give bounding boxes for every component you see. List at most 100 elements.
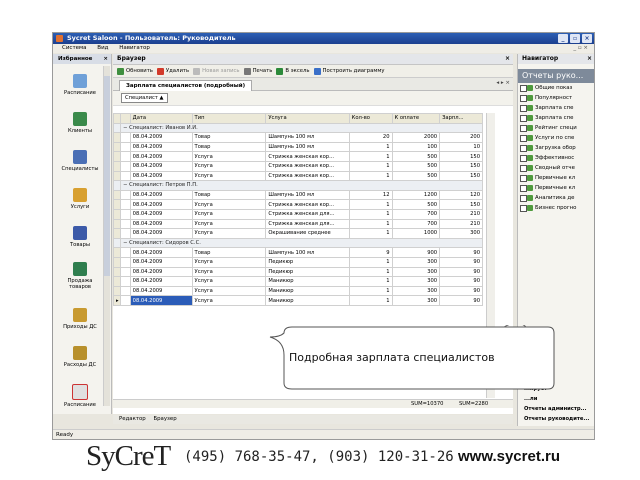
table-cell[interactable]: Педикюр	[265, 266, 350, 278]
maximize-button[interactable]: ▫	[570, 34, 580, 43]
table-cell[interactable]: 10	[439, 141, 483, 153]
navigator-report-item[interactable]: Первичные кл	[518, 183, 594, 193]
navigator-report-item[interactable]: Загрузка обор	[518, 143, 594, 153]
table-cell[interactable]: Товар	[191, 141, 267, 153]
table-cell[interactable]: Педикюр	[265, 256, 350, 268]
minimize-button[interactable]: _	[558, 34, 568, 43]
table-cell[interactable]: Стрижка женская кор...	[265, 170, 350, 182]
navigator-close-icon[interactable]: ×	[587, 54, 592, 64]
table-cell[interactable]: 1	[348, 256, 393, 268]
table-cell[interactable]: Маникюр	[265, 295, 350, 306]
shortcut-sales[interactable]: Продажа товаров	[57, 262, 103, 290]
table-cell[interactable]: Услуга	[191, 228, 267, 239]
menu-navigator[interactable]: Навигатор	[119, 45, 150, 51]
table-cell[interactable]: Услуга	[191, 199, 267, 210]
table-cell[interactable]: 90	[439, 295, 483, 306]
checkbox[interactable]	[520, 85, 527, 92]
navigator-lower-item[interactable]: ...ли	[518, 394, 594, 404]
table-cell[interactable]: 210	[439, 218, 483, 230]
table-row[interactable]: 08.04.2009 Услуга Педикюр 1 300 90	[112, 256, 483, 268]
table-cell[interactable]: 1	[348, 295, 393, 306]
table-cell[interactable]: 300	[439, 228, 483, 239]
table-cell[interactable]: 700	[391, 218, 441, 230]
table-cell[interactable]: 1	[348, 160, 393, 172]
table-cell[interactable]: 150	[439, 160, 483, 172]
table-cell[interactable]: 20	[348, 132, 393, 143]
checkbox[interactable]	[520, 205, 527, 212]
table-cell[interactable]: 1	[348, 208, 393, 220]
table-cell[interactable]: 90	[439, 276, 483, 287]
table-cell[interactable]: 2000	[391, 132, 441, 143]
table-cell[interactable]: 150	[439, 151, 483, 162]
table-row[interactable]: 08.04.2009 Товар Шампунь 100 мл 12 1200 120	[112, 189, 483, 201]
table-cell[interactable]: Маникюр	[265, 285, 350, 297]
column-header-salary[interactable]: Зарпл...	[439, 113, 483, 124]
table-row[interactable]: 08.04.2009 Услуга Маникюр 1 300 90	[112, 276, 483, 287]
checkbox[interactable]	[520, 165, 527, 172]
table-cell[interactable]: Стрижка женская кор...	[265, 199, 350, 210]
tab-browser[interactable]: Браузер	[153, 416, 176, 422]
group-row[interactable]: − Специалист: Петров П.П.	[112, 180, 483, 191]
table-cell[interactable]: 08.04.2009	[129, 151, 193, 162]
table-cell[interactable]: Стрижка женская для...	[265, 218, 350, 230]
shortcut-specialists[interactable]: Специалисты	[57, 150, 103, 172]
table-cell[interactable]: Стрижка женская кор...	[265, 151, 350, 162]
browser-close-icon[interactable]: ×	[505, 54, 510, 64]
navigator-report-item[interactable]: Популярност	[518, 93, 594, 103]
table-cell[interactable]: Услуга	[191, 295, 267, 306]
table-cell[interactable]: Услуга	[191, 218, 267, 230]
navigator-admin-reports[interactable]: Отчеты администр...	[518, 404, 594, 414]
table-row[interactable]: 08.04.2009 Товар Шампунь 100 мл 9 900 90	[112, 247, 483, 258]
table-cell[interactable]: 100	[391, 141, 441, 153]
table-cell[interactable]: 210	[439, 208, 483, 220]
table-cell[interactable]: 500	[391, 170, 441, 182]
mdi-controls[interactable]: _ ▫ ×	[573, 44, 588, 53]
navigator-report-item[interactable]: Зарплата спе	[518, 103, 594, 113]
table-cell[interactable]: 08.04.2009	[129, 218, 193, 230]
table-cell[interactable]: Шампунь 100 мл	[265, 132, 350, 143]
table-cell[interactable]: Стрижка женская для...	[265, 208, 350, 220]
table-cell[interactable]: 08.04.2009	[129, 247, 193, 258]
table-cell[interactable]: 08.04.2009	[129, 189, 193, 201]
navigator-report-item[interactable]: Бизнес прогно	[518, 203, 594, 213]
column-header-type[interactable]: Тип	[191, 113, 267, 124]
table-cell[interactable]: Шампунь 100 мл	[265, 141, 350, 153]
table-cell[interactable]: 300	[391, 256, 441, 268]
table-cell[interactable]: 08.04.2009	[129, 228, 193, 239]
table-row[interactable]: 08.04.2009 Услуга Стрижка женская кор... 1 5…	[112, 170, 483, 182]
table-row[interactable]: 08.04.2009 Товар Шампунь 100 мл 20 2000 200	[112, 132, 483, 143]
checkbox[interactable]	[520, 95, 527, 102]
table-cell[interactable]: 1200	[391, 189, 441, 201]
favorites-scrollbar[interactable]	[103, 66, 110, 406]
navigator-report-item[interactable]: Услуги по спе	[518, 133, 594, 143]
table-cell[interactable]: 08.04.2009	[129, 285, 193, 297]
table-row[interactable]: 08.04.2009 Услуга Стрижка женская кор... 1 5…	[112, 151, 483, 162]
table-cell[interactable]: 90	[439, 256, 483, 268]
table-cell[interactable]: 08.04.2009	[129, 208, 193, 220]
tab-editor[interactable]: Редактор	[119, 416, 146, 422]
group-chip-specialist[interactable]: Специалист ▲	[121, 93, 168, 103]
delete-button[interactable]: Удалить	[156, 67, 189, 75]
table-cell[interactable]: 08.04.2009	[129, 256, 193, 268]
table-cell[interactable]: 1	[348, 170, 393, 182]
table-cell[interactable]: Товар	[191, 247, 267, 258]
table-cell[interactable]: 08.04.2009	[129, 141, 193, 153]
shortcut-schedule[interactable]: Расписание	[57, 74, 103, 96]
table-cell[interactable]: Стрижка женская кор...	[265, 160, 350, 172]
chart-button[interactable]: Построить диаграмму	[313, 67, 385, 75]
table-row[interactable]: 08.04.2009 Услуга Окрашивание среднее 1 1000…	[112, 228, 483, 239]
table-row[interactable]: ▸ 08.04.2009 Услуга Маникюр 1 300 90	[112, 295, 483, 306]
table-cell[interactable]: 120	[439, 189, 483, 201]
table-cell[interactable]: 08.04.2009	[129, 266, 193, 278]
table-cell[interactable]: 1	[348, 228, 393, 239]
table-cell[interactable]: Шампунь 100 мл	[265, 189, 350, 201]
table-cell[interactable]: Шампунь 100 мл	[265, 247, 350, 258]
table-cell[interactable]: 150	[439, 199, 483, 210]
column-header-service[interactable]: Услуга	[265, 113, 350, 124]
table-cell[interactable]: 150	[439, 170, 483, 182]
table-cell[interactable]: Услуга	[191, 276, 267, 287]
table-cell[interactable]: 08.04.2009	[129, 276, 193, 287]
group-row[interactable]: − Специалист: Иванов И.И.	[112, 122, 483, 134]
shortcut-clients[interactable]: Клиенты	[57, 112, 103, 134]
table-cell[interactable]: 1	[348, 199, 393, 210]
